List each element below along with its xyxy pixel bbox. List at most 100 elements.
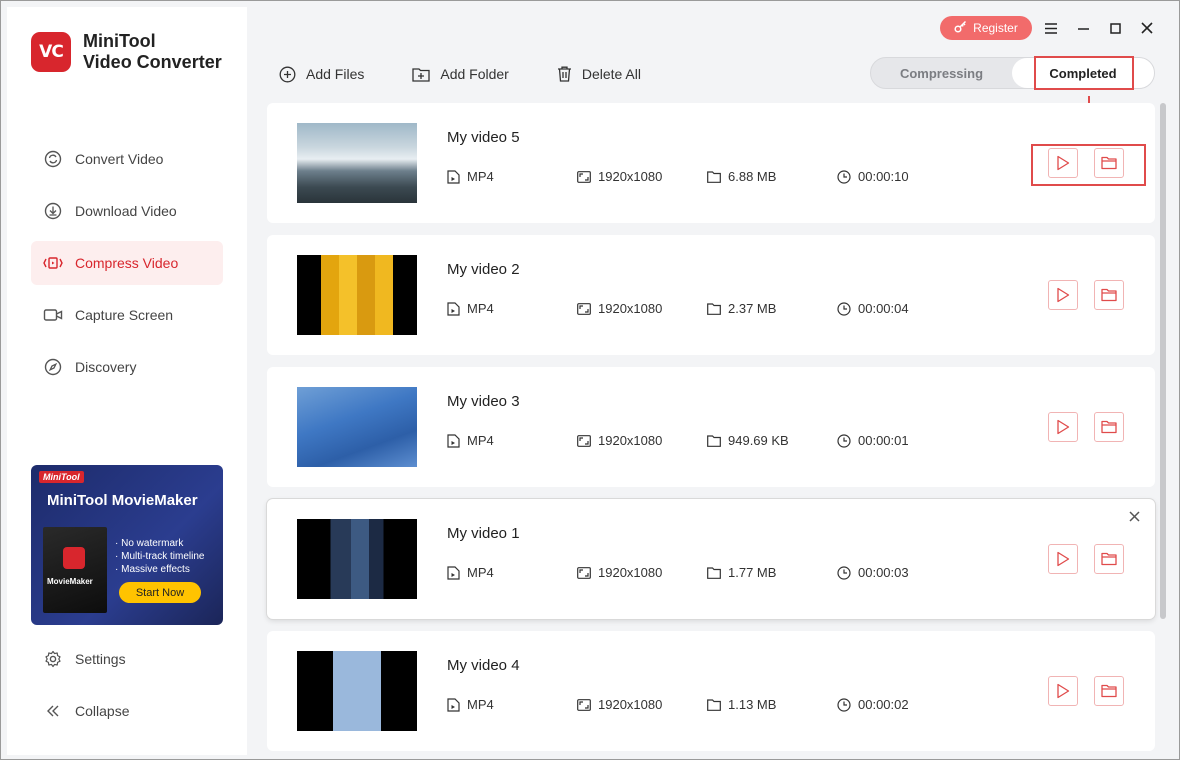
menu-icon[interactable] bbox=[1040, 17, 1062, 39]
logo-icon: VC bbox=[31, 32, 71, 72]
video-duration: 00:00:03 bbox=[837, 565, 909, 580]
video-format: MP4 bbox=[447, 565, 494, 580]
video-format: MP4 bbox=[447, 433, 494, 448]
video-card[interactable]: My video 1 MP4 1920x1080 1.77 MB 00:00:0… bbox=[267, 499, 1155, 619]
file-video-icon bbox=[447, 433, 460, 448]
remove-item-icon[interactable] bbox=[1129, 509, 1140, 526]
add-folder-label: Add Folder bbox=[440, 66, 509, 82]
app-title-line2: Video Converter bbox=[83, 52, 222, 72]
moviemaker-logo-icon bbox=[63, 547, 85, 569]
convert-icon bbox=[43, 149, 63, 169]
resolution-value: 1920x1080 bbox=[598, 697, 663, 712]
add-files-button[interactable]: Add Files bbox=[279, 66, 364, 83]
sidebar-item-download-video[interactable]: Download Video bbox=[31, 189, 223, 233]
video-resolution: 1920x1080 bbox=[577, 565, 662, 580]
video-card[interactable]: My video 3 MP4 1920x1080 949.69 KB 00:00… bbox=[267, 367, 1155, 487]
promo-feature: · No watermark bbox=[115, 538, 184, 549]
open-folder-button[interactable] bbox=[1094, 280, 1124, 310]
compress-icon bbox=[43, 253, 63, 273]
size-value: 1.13 MB bbox=[728, 697, 777, 712]
resolution-value: 1920x1080 bbox=[598, 301, 663, 316]
open-folder-button[interactable] bbox=[1094, 544, 1124, 574]
resolution-icon bbox=[577, 566, 591, 579]
folder-size-icon bbox=[707, 698, 721, 711]
video-thumbnail[interactable] bbox=[297, 255, 417, 335]
duration-value: 00:00:03 bbox=[858, 565, 909, 580]
video-resolution: 1920x1080 bbox=[577, 433, 662, 448]
size-value: 1.77 MB bbox=[728, 565, 777, 580]
add-files-icon bbox=[279, 66, 296, 82]
play-button[interactable] bbox=[1048, 412, 1078, 442]
play-icon bbox=[1057, 419, 1070, 435]
maximize-icon[interactable] bbox=[1104, 17, 1126, 39]
video-card[interactable]: My video 4 MP4 1920x1080 1.13 MB 00:00:0… bbox=[267, 631, 1155, 751]
video-title: My video 2 bbox=[447, 261, 520, 278]
clock-icon bbox=[837, 169, 851, 184]
delete-all-button[interactable]: Delete All bbox=[557, 66, 641, 82]
sidebar-item-label: Download Video bbox=[75, 203, 177, 219]
app-window: VC MiniTool Video Converter Convert Vide… bbox=[0, 0, 1180, 760]
resolution-icon bbox=[577, 302, 591, 315]
video-resolution: 1920x1080 bbox=[577, 697, 662, 712]
resolution-value: 1920x1080 bbox=[598, 565, 663, 580]
collapse-icon bbox=[43, 701, 63, 721]
key-icon bbox=[954, 20, 967, 36]
open-folder-button[interactable] bbox=[1094, 676, 1124, 706]
register-button[interactable]: Register bbox=[940, 16, 1032, 40]
folder-size-icon bbox=[707, 566, 721, 579]
add-folder-icon bbox=[412, 67, 431, 82]
play-icon bbox=[1057, 551, 1070, 567]
format-value: MP4 bbox=[467, 565, 494, 580]
format-value: MP4 bbox=[467, 697, 494, 712]
minimize-icon[interactable] bbox=[1072, 17, 1094, 39]
video-title: My video 1 bbox=[447, 525, 520, 542]
close-window-icon[interactable] bbox=[1136, 17, 1158, 39]
resolution-value: 1920x1080 bbox=[598, 169, 663, 184]
duration-value: 00:00:02 bbox=[858, 697, 909, 712]
video-size: 2.37 MB bbox=[707, 301, 776, 316]
video-card[interactable]: My video 5 MP4 1920x1080 6.88 MB 00:00:1… bbox=[267, 103, 1155, 223]
video-size: 949.69 KB bbox=[707, 433, 789, 448]
sidebar-item-discovery[interactable]: Discovery bbox=[31, 345, 223, 389]
duration-value: 00:00:04 bbox=[858, 301, 909, 316]
sidebar-item-settings[interactable]: Settings bbox=[31, 637, 223, 681]
duration-value: 00:00:10 bbox=[858, 169, 909, 184]
add-files-label: Add Files bbox=[306, 66, 365, 82]
video-duration: 00:00:04 bbox=[837, 301, 909, 316]
sidebar-item-convert-video[interactable]: Convert Video bbox=[31, 137, 223, 181]
size-value: 6.88 MB bbox=[728, 169, 777, 184]
promo-feature: · Massive effects bbox=[115, 564, 190, 575]
play-button[interactable] bbox=[1048, 676, 1078, 706]
video-resolution: 1920x1080 bbox=[577, 169, 662, 184]
sidebar-item-label: Compress Video bbox=[75, 255, 179, 271]
gear-icon bbox=[43, 649, 63, 669]
play-button[interactable] bbox=[1048, 544, 1078, 574]
toolbar: Add Files Add Folder Delete All bbox=[279, 63, 689, 85]
video-thumbnail[interactable] bbox=[297, 387, 417, 467]
add-folder-button[interactable]: Add Folder bbox=[412, 66, 509, 82]
sidebar-bottom-nav: Settings Collapse bbox=[31, 637, 223, 741]
folder-icon bbox=[1101, 684, 1117, 698]
resolution-icon bbox=[577, 434, 591, 447]
moviemaker-promo-banner[interactable]: MiniTool MiniTool MovieMaker MovieMaker … bbox=[31, 465, 223, 625]
sidebar-item-compress-video[interactable]: Compress Video bbox=[31, 241, 223, 285]
open-folder-button[interactable] bbox=[1094, 412, 1124, 442]
video-thumbnail[interactable] bbox=[297, 651, 417, 731]
video-thumbnail[interactable] bbox=[297, 123, 417, 203]
video-duration: 00:00:02 bbox=[837, 697, 909, 712]
video-duration: 00:00:01 bbox=[837, 433, 909, 448]
scrollbar[interactable] bbox=[1160, 103, 1166, 619]
duration-value: 00:00:01 bbox=[858, 433, 909, 448]
video-thumbnail[interactable] bbox=[297, 519, 417, 599]
sidebar-item-capture-screen[interactable]: Capture Screen bbox=[31, 293, 223, 337]
video-resolution: 1920x1080 bbox=[577, 301, 662, 316]
resolution-icon bbox=[577, 698, 591, 711]
play-button[interactable] bbox=[1048, 280, 1078, 310]
format-value: MP4 bbox=[467, 169, 494, 184]
sidebar-item-collapse[interactable]: Collapse bbox=[31, 689, 223, 733]
video-card[interactable]: My video 2 MP4 1920x1080 2.37 MB 00:00:0… bbox=[267, 235, 1155, 355]
start-now-button[interactable]: Start Now bbox=[119, 582, 201, 603]
sidebar-item-label: Discovery bbox=[75, 359, 137, 375]
play-icon bbox=[1057, 287, 1070, 303]
tab-compressing[interactable]: Compressing bbox=[871, 58, 1012, 88]
